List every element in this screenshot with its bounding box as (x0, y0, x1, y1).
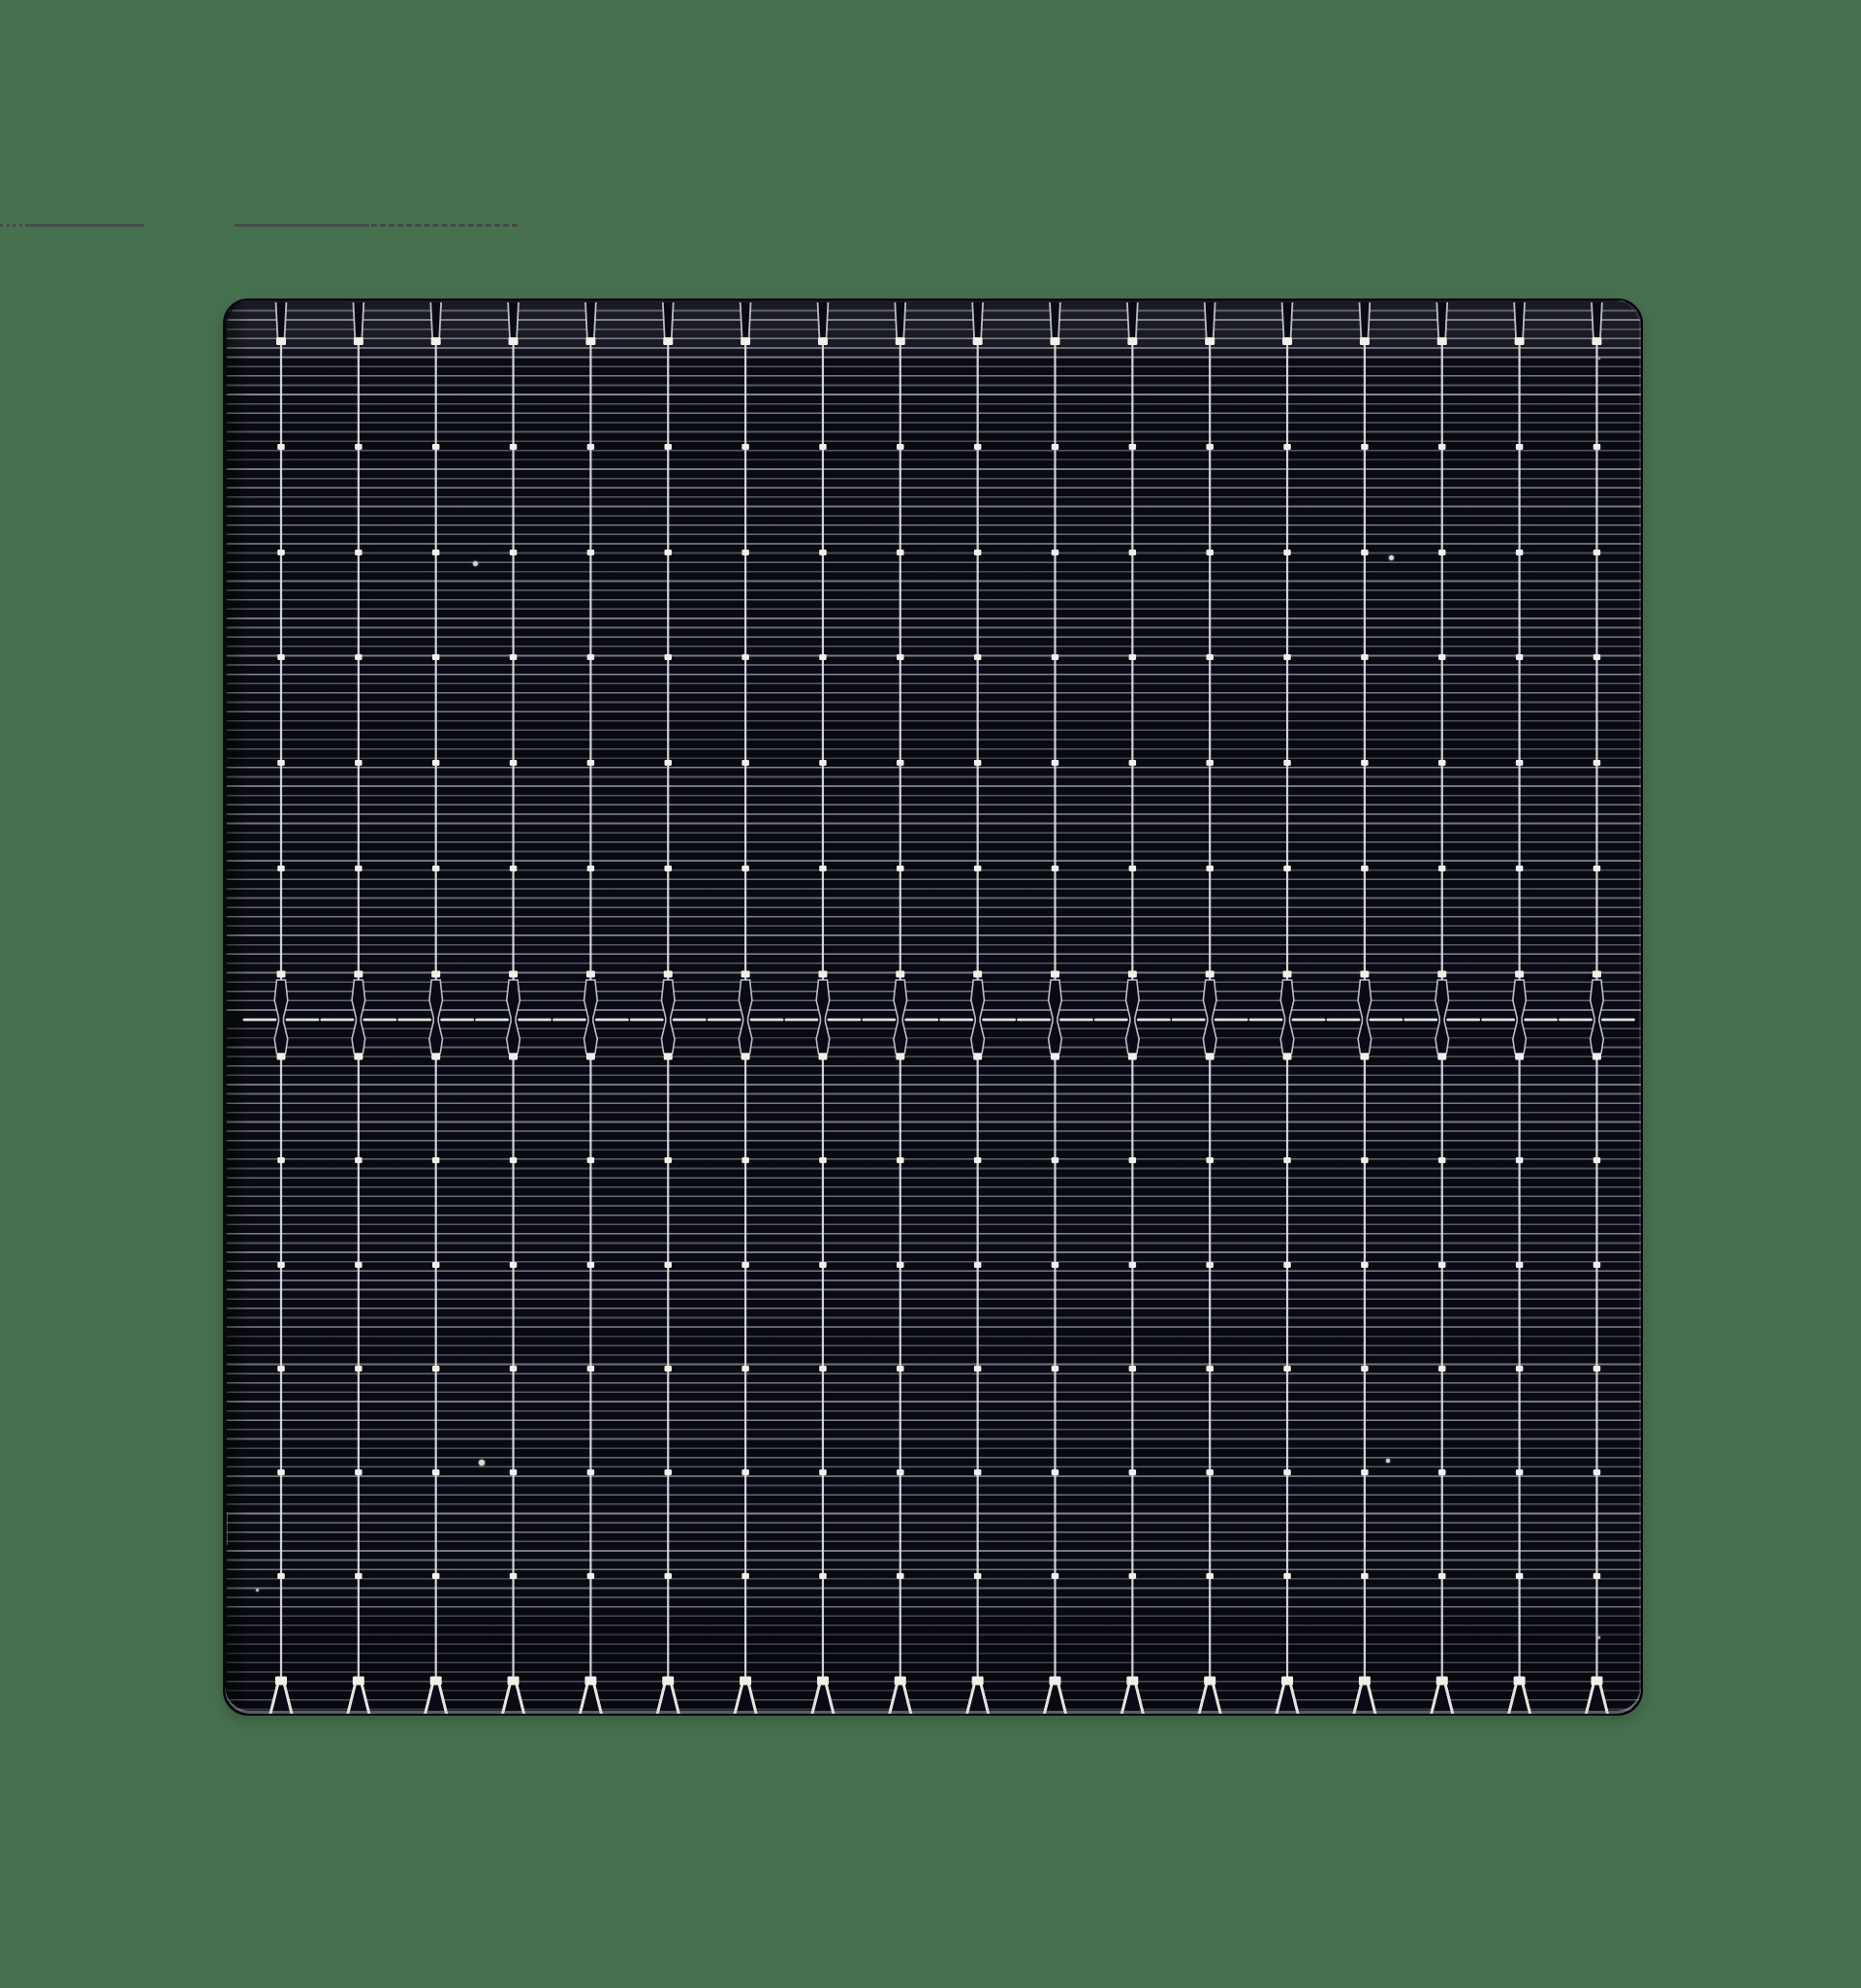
scratch-line-segment (0, 224, 22, 227)
cell-edge-highlight (225, 300, 1641, 1714)
photo-background (0, 0, 1861, 1988)
scratch-line-segment (371, 224, 518, 227)
scratch-line-segment (25, 224, 144, 227)
solar-cell (223, 299, 1643, 1716)
scratch-line-segment (235, 224, 369, 227)
